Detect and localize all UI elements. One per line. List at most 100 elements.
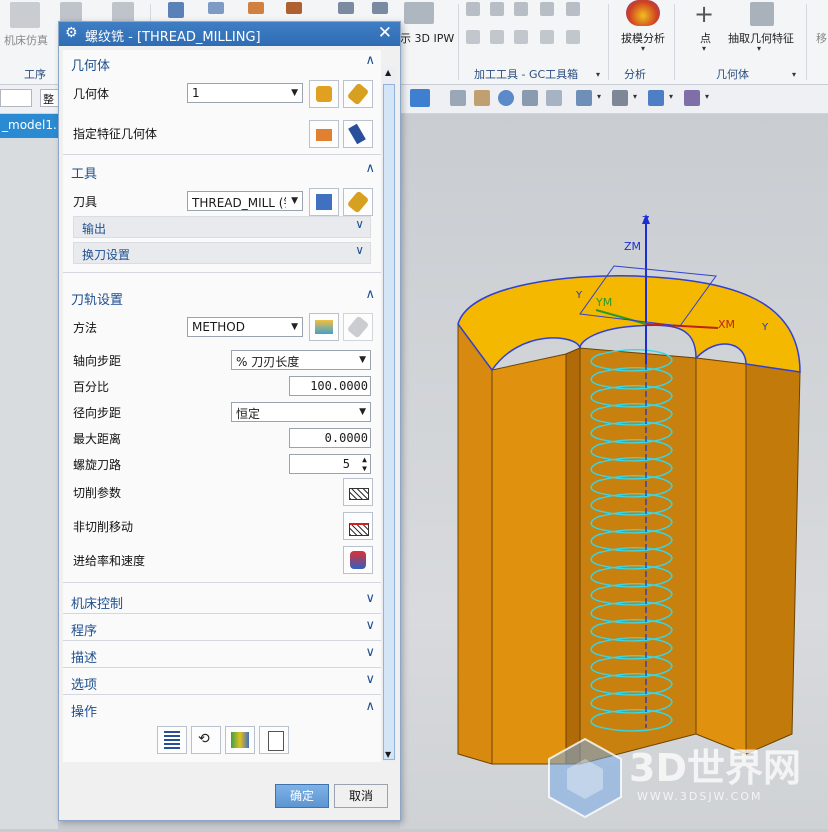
- feeds-speeds-button[interactable]: [343, 546, 373, 574]
- section-tool-header[interactable]: 工具 ∧: [63, 160, 381, 182]
- render-dropdown-icon[interactable]: ▾: [633, 92, 637, 101]
- outer-left-face: [457, 322, 493, 765]
- view-icon-2[interactable]: [474, 90, 490, 106]
- cut-params-button[interactable]: [343, 478, 373, 506]
- dialog-title-bar[interactable]: ⚙ 螺纹铣 - [THREAD_MILLING] ✕: [59, 22, 400, 46]
- section-actions-header[interactable]: 操作 ∧: [63, 698, 381, 720]
- cut-off-button[interactable]: 移: [816, 30, 827, 46]
- render-icon[interactable]: [612, 90, 628, 106]
- tool-icon-e[interactable]: [338, 2, 354, 14]
- gc-icon-3[interactable]: [514, 2, 528, 16]
- method-select[interactable]: METHOD ▼: [187, 317, 303, 337]
- gc-dropdown-icon[interactable]: ▾: [596, 70, 600, 79]
- spiral-passes-stepper[interactable]: 5 ▲ ▼: [289, 454, 371, 474]
- new-tool-button[interactable]: [309, 188, 339, 216]
- section-dropdown-icon[interactable]: ▾: [705, 92, 709, 101]
- cancel-button[interactable]: 取消: [334, 784, 388, 808]
- graphics-viewport[interactable]: Z ZM YM Y XM Y: [400, 114, 828, 829]
- gc-icon-1[interactable]: [466, 2, 480, 16]
- geometry-select[interactable]: 1 ▼: [187, 83, 303, 103]
- gc-icon-6[interactable]: [466, 30, 480, 44]
- gc-icon-2[interactable]: [490, 2, 504, 16]
- fit-icon[interactable]: [546, 90, 562, 106]
- dialog-scrollbar[interactable]: ▲ ▼: [382, 66, 396, 762]
- pan-icon[interactable]: [522, 90, 538, 106]
- rotate-icon[interactable]: [498, 90, 514, 106]
- section-geometry-header[interactable]: 几何体 ∧: [63, 52, 381, 74]
- point-dropdown-icon[interactable]: ▾: [702, 44, 706, 53]
- inner-bore-face: [579, 347, 697, 765]
- draft-analysis-icon: [626, 0, 660, 26]
- file-tab[interactable]: _model1.p: [0, 114, 64, 138]
- style-dropdown-icon[interactable]: ▾: [669, 92, 673, 101]
- scroll-up-icon[interactable]: ▲: [385, 68, 391, 77]
- tool-icon-b[interactable]: [208, 2, 224, 14]
- gc-icon-4[interactable]: [540, 2, 554, 16]
- layout-dropdown-icon[interactable]: ▾: [597, 92, 601, 101]
- extract-dropdown-icon[interactable]: ▾: [757, 44, 761, 53]
- part-model: Z ZM YM Y XM Y: [457, 214, 801, 765]
- section-path-header[interactable]: 刀轨设置 ∧: [63, 286, 381, 308]
- specify-feature-button[interactable]: [309, 120, 339, 148]
- section-icon[interactable]: [684, 90, 700, 106]
- edit-tool-button[interactable]: [343, 188, 373, 216]
- edit-method-button[interactable]: [343, 313, 373, 341]
- group-label-gc-toolbox: 加工工具 - GC工具箱: [474, 68, 579, 81]
- draft-dropdown-icon[interactable]: ▾: [641, 44, 645, 53]
- section-options-header[interactable]: 选项 ∨: [63, 671, 381, 693]
- display-feature-button[interactable]: [343, 120, 373, 148]
- close-icon[interactable]: ✕: [378, 23, 392, 43]
- cut-params-icon: [349, 488, 369, 500]
- section-machine-control-header[interactable]: 机床控制 ∨: [63, 590, 381, 612]
- replay-button[interactable]: ⟲: [191, 726, 221, 754]
- tool-icon-d[interactable]: [286, 2, 302, 14]
- axial-step-select[interactable]: % 刀刃长度 ▼: [231, 350, 371, 370]
- feature-geometry-icon: [316, 129, 332, 141]
- tool-select[interactable]: THREAD_MILL (铣 ▼: [187, 191, 303, 211]
- scope-select[interactable]: 整: [40, 89, 60, 107]
- view-icon-1[interactable]: [450, 90, 466, 106]
- verify-button[interactable]: [225, 726, 255, 754]
- watermark-cube-icon: [548, 737, 622, 819]
- axis-label-z: Z: [642, 214, 650, 227]
- tool-icon-a[interactable]: [168, 2, 184, 18]
- chevron-up-icon: ∧: [365, 287, 375, 302]
- new-geometry-button[interactable]: [309, 80, 339, 108]
- gc-icon-8[interactable]: [514, 30, 528, 44]
- scroll-thumb[interactable]: [383, 84, 395, 760]
- axis-label-y: Y: [575, 290, 583, 301]
- ok-button[interactable]: 确定: [275, 784, 329, 808]
- chevron-up-icon: ∧: [365, 161, 375, 176]
- gc-icon-7[interactable]: [490, 30, 504, 44]
- max-distance-input[interactable]: 0.0000: [289, 428, 371, 448]
- non-cut-moves-label: 非切削移动: [73, 520, 134, 534]
- edit-geometry-button[interactable]: [343, 80, 373, 108]
- percent-input[interactable]: 100.0000: [289, 376, 371, 396]
- section-description-header[interactable]: 描述 ∨: [63, 644, 381, 666]
- new-method-button[interactable]: [309, 313, 339, 341]
- gc-icon-9[interactable]: [540, 30, 554, 44]
- tool-change-subsection[interactable]: 换刀设置 ∨: [73, 242, 371, 264]
- scroll-down-icon[interactable]: ▼: [385, 750, 391, 759]
- machine-sim-button[interactable]: 机床仿真: [4, 32, 48, 48]
- ipw-button[interactable]: 示 3D IPW: [400, 30, 454, 46]
- geometry-dropdown-icon[interactable]: ▾: [792, 70, 796, 79]
- filter-select[interactable]: [0, 89, 32, 107]
- spinner-icon[interactable]: ▲ ▼: [362, 455, 367, 473]
- feeds-speeds-label: 进给率和速度: [73, 554, 146, 568]
- output-subsection[interactable]: 输出 ∨: [73, 216, 371, 238]
- radial-step-select[interactable]: 恒定 ▼: [231, 402, 371, 422]
- generate-button[interactable]: [157, 726, 187, 754]
- section-program-header[interactable]: 程序 ∨: [63, 617, 381, 639]
- shaded-cube-icon[interactable]: [410, 89, 430, 107]
- tool-icon-f[interactable]: [372, 2, 388, 14]
- layout-icon[interactable]: [576, 90, 592, 106]
- style-icon[interactable]: [648, 90, 664, 106]
- list-button[interactable]: [259, 726, 289, 754]
- gc-icon-5[interactable]: [566, 2, 580, 16]
- gc-icon-10[interactable]: [566, 30, 580, 44]
- ipw-icon[interactable]: [404, 2, 434, 24]
- tool-icon-c[interactable]: [248, 2, 264, 14]
- non-cut-moves-button[interactable]: [343, 512, 373, 540]
- chevron-down-icon: ∨: [355, 217, 364, 231]
